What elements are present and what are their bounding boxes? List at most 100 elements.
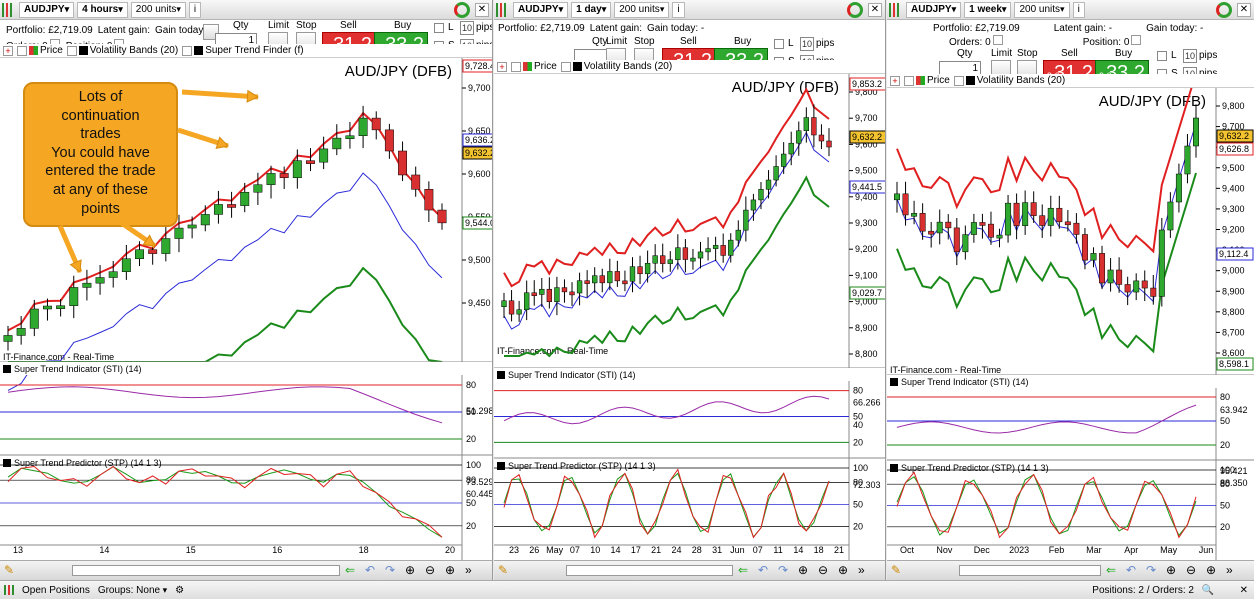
- drawing-tools-icon[interactable]: ✎: [4, 563, 14, 577]
- timeframe-dropdown[interactable]: 4 hours: [77, 1, 128, 18]
- open-positions-tab[interactable]: Open Positions: [22, 585, 90, 596]
- size-dropdown[interactable]: 200 units: [130, 1, 186, 18]
- symbol-dropdown[interactable]: AUDJPY: [906, 1, 962, 18]
- order-checkbox-l[interactable]: [1157, 51, 1167, 61]
- info-icon[interactable]: i: [672, 1, 685, 18]
- legend-toggle-icon[interactable]: [66, 45, 77, 56]
- candle: [682, 247, 689, 260]
- refresh-icon[interactable]: [847, 2, 863, 18]
- add-indicator-icon[interactable]: +: [497, 61, 507, 72]
- pane-toolbar: AUDJPY1 day200 unitsi: [494, 0, 885, 20]
- close-pane-icon[interactable]: ✕: [868, 3, 882, 17]
- horizontal-scrollbar[interactable]: [959, 565, 1101, 576]
- callout-line: points: [81, 200, 120, 217]
- stop-label: Stop: [634, 36, 655, 47]
- size-dropdown[interactable]: 200 units: [614, 1, 670, 18]
- position-icon[interactable]: [1131, 35, 1142, 45]
- undo-icon[interactable]: ↶: [365, 563, 375, 577]
- drawing-tools-icon[interactable]: ✎: [498, 563, 508, 577]
- callout-line: trades: [80, 126, 121, 143]
- undo-icon[interactable]: ↶: [758, 563, 768, 577]
- zoom-in-icon[interactable]: ⊕: [445, 563, 455, 577]
- size-dropdown[interactable]: 200 units: [1014, 1, 1070, 18]
- x-tick-label: Jun: [730, 545, 745, 555]
- groups-dropdown[interactable]: Groups: None: [98, 585, 167, 596]
- close-panel-icon[interactable]: ✕: [1240, 585, 1248, 596]
- legend-toggle-icon[interactable]: [904, 75, 914, 86]
- zoom-out-icon[interactable]: ⊖: [818, 563, 828, 577]
- legend-item[interactable]: Volatility Bands (20): [66, 45, 178, 56]
- legend-item[interactable]: Volatility Bands (20): [953, 75, 1065, 86]
- pips-input[interactable]: 10: [460, 21, 474, 35]
- undo-icon[interactable]: ↶: [1126, 563, 1136, 577]
- info-icon[interactable]: i: [188, 1, 202, 18]
- price-tick-label: 9,800: [1222, 101, 1245, 111]
- add-indicator-icon[interactable]: +: [890, 75, 900, 86]
- scroll-right-icon[interactable]: »: [858, 563, 865, 577]
- orders-icon[interactable]: [992, 35, 1003, 45]
- symbol-dropdown[interactable]: AUDJPY: [19, 1, 75, 18]
- scroll-left-icon[interactable]: ⇐: [738, 563, 748, 577]
- legend-item[interactable]: Price: [17, 45, 63, 56]
- candle: [936, 221, 943, 234]
- order-checkbox-l[interactable]: [434, 23, 444, 33]
- legend-toggle-icon[interactable]: [953, 75, 964, 86]
- candle: [1005, 202, 1012, 236]
- drawing-tools-icon[interactable]: ✎: [891, 563, 901, 577]
- callout-line: Lots of: [78, 89, 123, 105]
- refresh-icon[interactable]: [1216, 2, 1232, 18]
- sti-tick-label: 80: [466, 380, 476, 390]
- close-pane-icon[interactable]: ✕: [475, 3, 489, 17]
- symbol-dropdown[interactable]: AUDJPY: [513, 1, 569, 18]
- redo-icon[interactable]: ↷: [778, 563, 788, 577]
- timeframe-dropdown[interactable]: 1 week: [964, 1, 1012, 18]
- legend-toggle-icon[interactable]: [17, 45, 27, 56]
- add-indicator-icon[interactable]: +: [3, 45, 13, 56]
- zoom-fit-icon[interactable]: ⊕: [798, 563, 808, 577]
- scroll-left-icon[interactable]: ⇐: [1106, 563, 1116, 577]
- refresh-icon[interactable]: [454, 2, 470, 18]
- stp-tick-label: 50: [1220, 501, 1230, 511]
- legend-toggle-icon[interactable]: [182, 45, 193, 56]
- legend-label: Volatility Bands (20): [583, 61, 673, 72]
- zoom-in-icon[interactable]: ⊕: [1206, 563, 1216, 577]
- zoom-fit-icon[interactable]: ⊕: [405, 563, 415, 577]
- legend-toggle-icon[interactable]: [560, 61, 571, 72]
- horizontal-scrollbar[interactable]: [72, 565, 340, 576]
- sell-label: Sell: [680, 36, 697, 47]
- close-pane-icon[interactable]: ✕: [1237, 3, 1251, 17]
- horizontal-scrollbar[interactable]: [566, 565, 733, 576]
- settings-icon[interactable]: ⚙: [175, 585, 184, 596]
- pips-input[interactable]: 10: [800, 37, 814, 51]
- zoom-in-icon[interactable]: ⊕: [838, 563, 848, 577]
- legend-color-icon: [916, 76, 925, 85]
- legend-item[interactable]: Price: [511, 61, 557, 72]
- price-chart[interactable]: 9,8009,7009,6009,5009,4009,3009,2009,100…: [494, 74, 886, 560]
- zoom-fit-icon[interactable]: ⊕: [1166, 563, 1176, 577]
- legend-item[interactable]: Super Trend Finder (f): [182, 45, 304, 56]
- candle: [187, 224, 197, 229]
- scroll-left-icon[interactable]: ⇐: [345, 563, 355, 577]
- pips-input[interactable]: 10: [1183, 49, 1197, 63]
- open-positions-icon[interactable]: [4, 585, 14, 595]
- zoom-icon[interactable]: 🔍: [1202, 585, 1214, 596]
- legend-item[interactable]: Volatility Bands (20): [560, 61, 673, 72]
- legend-toggle-icon[interactable]: [511, 61, 521, 72]
- sti-color-icon: [497, 371, 505, 379]
- zoom-out-icon[interactable]: ⊖: [425, 563, 435, 577]
- scroll-right-icon[interactable]: »: [465, 563, 472, 577]
- redo-icon[interactable]: ↷: [1146, 563, 1156, 577]
- stp-color-icon: [3, 459, 11, 467]
- candle: [279, 173, 289, 179]
- price-chart[interactable]: 9,8009,7009,6009,5009,4009,3009,2009,100…: [887, 88, 1254, 560]
- redo-icon[interactable]: ↷: [385, 563, 395, 577]
- x-tick-label: 13: [13, 545, 23, 555]
- scroll-right-icon[interactable]: »: [1226, 563, 1233, 577]
- order-checkbox-l[interactable]: [774, 39, 784, 49]
- zoom-out-icon[interactable]: ⊖: [1186, 563, 1196, 577]
- candle: [1073, 222, 1080, 235]
- x-tick-label: May: [546, 545, 564, 555]
- timeframe-dropdown[interactable]: 1 day: [571, 1, 612, 18]
- legend-item[interactable]: Price: [904, 75, 950, 86]
- info-icon[interactable]: i: [1072, 1, 1085, 18]
